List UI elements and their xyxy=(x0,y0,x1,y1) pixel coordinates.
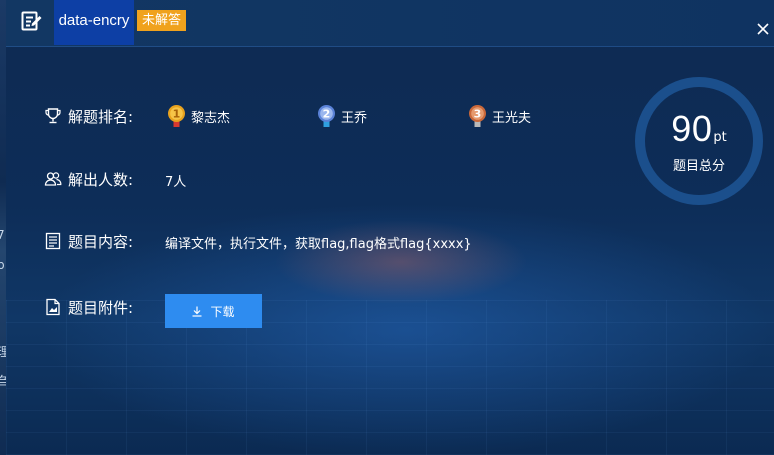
score-number: 90 xyxy=(671,108,713,149)
rank-entry-1: 1 黎志杰 xyxy=(167,104,230,128)
score-unit: pt xyxy=(713,130,727,145)
challenge-dialog: data-encry 未解答 解题排名: 1 黎志杰 2 王乔 3 王光夫 解出… xyxy=(6,0,774,455)
dialog-header: data-encry 未解答 xyxy=(6,0,774,47)
background-glyph: p xyxy=(0,258,5,272)
medal-rank-number: 2 xyxy=(323,108,331,121)
solvers-row: 解出人数: xyxy=(44,167,133,191)
rank-entry-name: 王乔 xyxy=(341,110,368,126)
score-value: 90pt xyxy=(634,108,764,150)
solvers-label: 解出人数: xyxy=(68,170,134,189)
solvers-count: 7人 xyxy=(165,175,187,190)
document-icon xyxy=(45,232,61,250)
ranking-row: 解题排名: xyxy=(44,104,133,128)
download-label: 下载 xyxy=(210,304,235,319)
challenge-description: 编译文件，执行文件，获取flag,flag格式flag{xxxx} xyxy=(165,237,472,252)
download-button[interactable]: 下载 xyxy=(165,294,262,328)
silver-medal-icon: 2 xyxy=(318,105,335,127)
trophy-icon xyxy=(45,108,61,124)
rank-entry-name: 黎志杰 xyxy=(191,110,231,126)
users-icon xyxy=(44,172,62,186)
content-row: 题目内容: xyxy=(44,229,133,253)
background-glyph: 7 xyxy=(0,228,5,242)
score-caption: 题目总分 xyxy=(672,159,725,174)
attachment-label: 题目附件: xyxy=(68,298,134,317)
rank-entry-3: 3 王光夫 xyxy=(468,104,531,128)
page: 7 p 理 刍 data-encry 未解答 解题排名: 1 黎志杰 2 王乔 … xyxy=(0,0,774,455)
close-icon[interactable] xyxy=(756,22,770,36)
content-label: 题目内容: xyxy=(68,232,134,251)
attachment-row: 题目附件: xyxy=(44,295,133,319)
rank-entry-name: 王光夫 xyxy=(492,110,532,126)
medal-rank-number: 3 xyxy=(474,108,482,121)
status-badge: 未解答 xyxy=(137,10,187,31)
challenge-title: data-encry xyxy=(54,0,134,45)
ranking-label: 解题排名: xyxy=(68,107,134,126)
bronze-medal-icon: 3 xyxy=(469,105,486,127)
file-icon xyxy=(46,298,60,316)
gold-medal-icon: 1 xyxy=(168,105,185,127)
medal-rank-number: 1 xyxy=(173,108,181,121)
edit-note-icon xyxy=(21,11,42,31)
download-icon xyxy=(192,306,202,317)
rank-entry-2: 2 王乔 xyxy=(317,104,367,128)
background-grid xyxy=(6,300,774,455)
